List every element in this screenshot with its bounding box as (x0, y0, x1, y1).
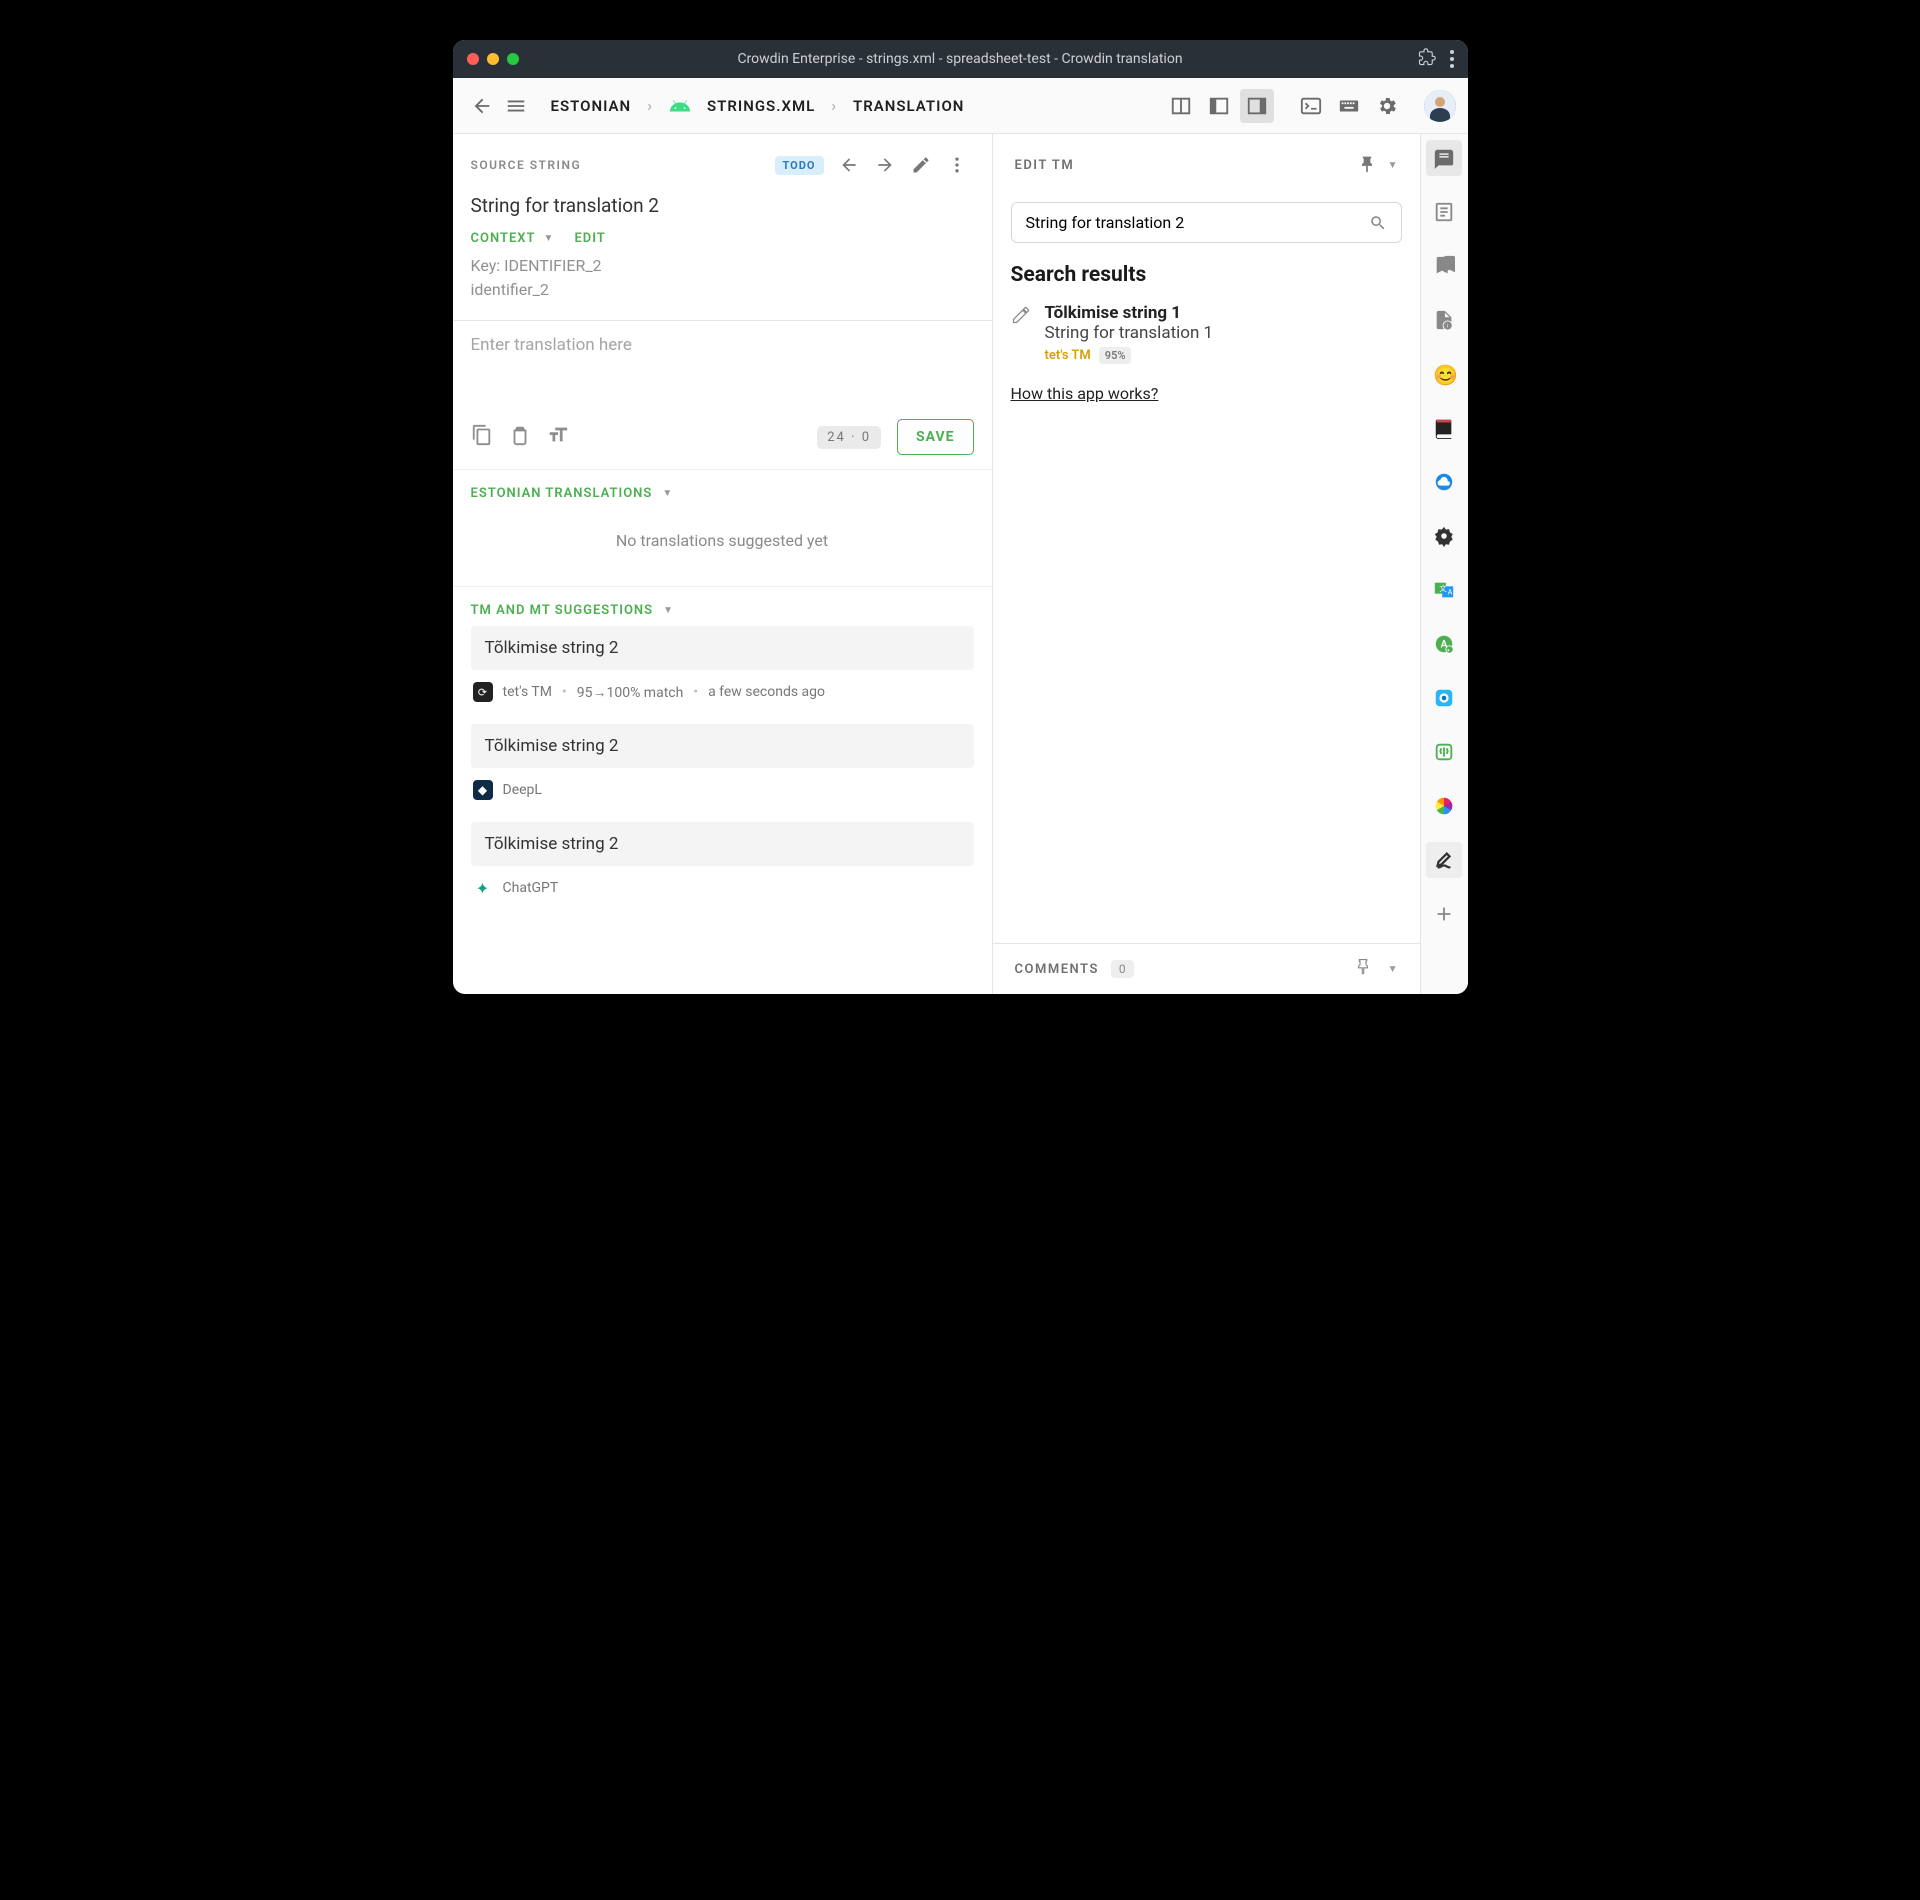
layout-switcher (1164, 89, 1274, 123)
browser-menu-icon[interactable] (1450, 50, 1454, 68)
rail-glossary-icon[interactable] (1426, 248, 1462, 284)
rail-comments-icon[interactable] (1426, 140, 1462, 176)
rail-book-icon[interactable] (1426, 410, 1462, 446)
empty-translations-msg: No translations suggested yet (471, 501, 974, 570)
how-app-works-link[interactable]: How this app works? (1003, 370, 1167, 417)
result-match-percent: 95% (1099, 347, 1132, 364)
chevron-right-icon: › (831, 96, 837, 115)
suggestion-meta: ⟳ tet's TM• 95→100% match• a few seconds… (471, 678, 974, 716)
edit-source-icon[interactable] (904, 148, 938, 182)
deepl-icon: ◆ (473, 780, 493, 800)
save-button[interactable]: SAVE (897, 419, 974, 455)
tm-search-box[interactable] (1011, 202, 1402, 243)
layout-1-icon[interactable] (1164, 89, 1198, 123)
search-input[interactable] (1026, 213, 1369, 232)
minimize-icon[interactable] (487, 53, 499, 65)
right-rail: i 😊 文A A (1420, 134, 1468, 994)
result-tm-name: tet's TM (1045, 348, 1091, 363)
keyboard-icon[interactable] (1332, 89, 1366, 123)
translation-input[interactable] (471, 335, 974, 405)
suggestion-meta: ◆ DeepL (471, 776, 974, 814)
side-panel: EDIT TM ▼ Search results Tõlkimise strin… (993, 134, 1420, 994)
back-icon[interactable] (465, 89, 499, 123)
copy-source-icon[interactable] (471, 424, 493, 450)
text-tool-icon[interactable] (547, 424, 569, 450)
more-icon[interactable] (940, 148, 974, 182)
next-string-icon[interactable] (868, 148, 902, 182)
tm-icon: ⟳ (473, 682, 493, 702)
rail-emoji-icon[interactable]: 😊 (1426, 356, 1462, 392)
search-icon[interactable] (1369, 214, 1387, 232)
search-result[interactable]: Tõlkimise string 1 String for translatio… (1003, 297, 1410, 370)
maximize-icon[interactable] (507, 53, 519, 65)
chatgpt-icon: ✦ (473, 878, 493, 898)
source-text: String for translation 2 (453, 190, 992, 231)
result-source: String for translation 1 (1045, 323, 1214, 343)
result-title: Tõlkimise string 1 (1045, 303, 1214, 323)
rail-context-icon[interactable] (1426, 194, 1462, 230)
todo-badge: TODO (775, 156, 824, 175)
svg-text:文: 文 (1439, 584, 1447, 593)
extension-icon[interactable] (1418, 48, 1436, 70)
rail-ai-icon[interactable] (1426, 734, 1462, 770)
menu-icon[interactable] (499, 89, 533, 123)
rail-add-icon[interactable] (1426, 896, 1462, 932)
rail-gear-icon[interactable] (1426, 518, 1462, 554)
suggestion-item[interactable]: Tõlkimise string 2 (471, 822, 974, 866)
svg-text:i: i (1447, 323, 1448, 329)
app-toolbar: ESTONIAN › STRINGS.XML › TRANSLATION (453, 78, 1468, 134)
context-button[interactable]: CONTEXT▼ (471, 231, 555, 246)
rail-preview-icon[interactable] (1426, 680, 1462, 716)
suggestion-meta: ✦ ChatGPT (471, 874, 974, 912)
suggestions-section[interactable]: TM AND MT SUGGESTIONS▼ (471, 603, 974, 618)
comments-count: 0 (1111, 960, 1134, 978)
app-window: Crowdin Enterprise - strings.xml - sprea… (453, 40, 1468, 994)
comments-label: COMMENTS (1015, 962, 1099, 977)
svg-text:A: A (1448, 588, 1453, 597)
terminal-icon[interactable] (1294, 89, 1328, 123)
rail-qa-icon[interactable]: A (1426, 626, 1462, 662)
layout-3-icon[interactable] (1240, 89, 1274, 123)
breadcrumb-mode[interactable]: TRANSLATION (853, 97, 964, 115)
clear-icon[interactable] (509, 424, 531, 450)
rail-color-icon[interactable] (1426, 788, 1462, 824)
key-info: Key: IDENTIFIER_2 identifier_2 (453, 246, 992, 320)
avatar[interactable] (1424, 90, 1456, 122)
breadcrumb-language[interactable]: ESTONIAN (551, 97, 632, 115)
comments-footer: COMMENTS 0 ▼ (993, 943, 1420, 994)
breadcrumb: ESTONIAN › STRINGS.XML › TRANSLATION (551, 95, 965, 117)
edit-result-icon[interactable] (1011, 305, 1031, 325)
rail-cloud-icon[interactable] (1426, 464, 1462, 500)
main-panel: SOURCE STRING TODO String for translatio… (453, 134, 993, 994)
char-count-badge: 24 · 0 (817, 426, 881, 449)
close-icon[interactable] (467, 53, 479, 65)
rail-sign-icon[interactable] (1426, 842, 1462, 878)
window-title: Crowdin Enterprise - strings.xml - sprea… (453, 51, 1468, 67)
panel-menu-icon[interactable]: ▼ (1388, 160, 1398, 171)
search-results-title: Search results (1003, 249, 1410, 297)
traffic-lights[interactable] (467, 53, 519, 65)
panel-title: EDIT TM (1015, 158, 1075, 173)
titlebar: Crowdin Enterprise - strings.xml - sprea… (453, 40, 1468, 78)
pin-comments-icon[interactable] (1354, 958, 1372, 980)
edit-button[interactable]: EDIT (574, 231, 605, 246)
rail-translate-icon[interactable]: 文A (1426, 572, 1462, 608)
source-string-title: SOURCE STRING (471, 158, 582, 172)
suggestion-item[interactable]: Tõlkimise string 2 (471, 626, 974, 670)
est-translations-section[interactable]: ESTONIAN TRANSLATIONS▼ (471, 486, 974, 501)
layout-2-icon[interactable] (1202, 89, 1236, 123)
gear-icon[interactable] (1370, 89, 1404, 123)
suggestion-item[interactable]: Tõlkimise string 2 (471, 724, 974, 768)
android-icon (669, 95, 691, 117)
prev-string-icon[interactable] (832, 148, 866, 182)
comments-menu-icon[interactable]: ▼ (1388, 964, 1398, 975)
breadcrumb-file[interactable]: STRINGS.XML (707, 97, 815, 115)
pin-icon[interactable] (1350, 148, 1384, 182)
chevron-right-icon: › (647, 96, 653, 115)
rail-file-info-icon[interactable]: i (1426, 302, 1462, 338)
